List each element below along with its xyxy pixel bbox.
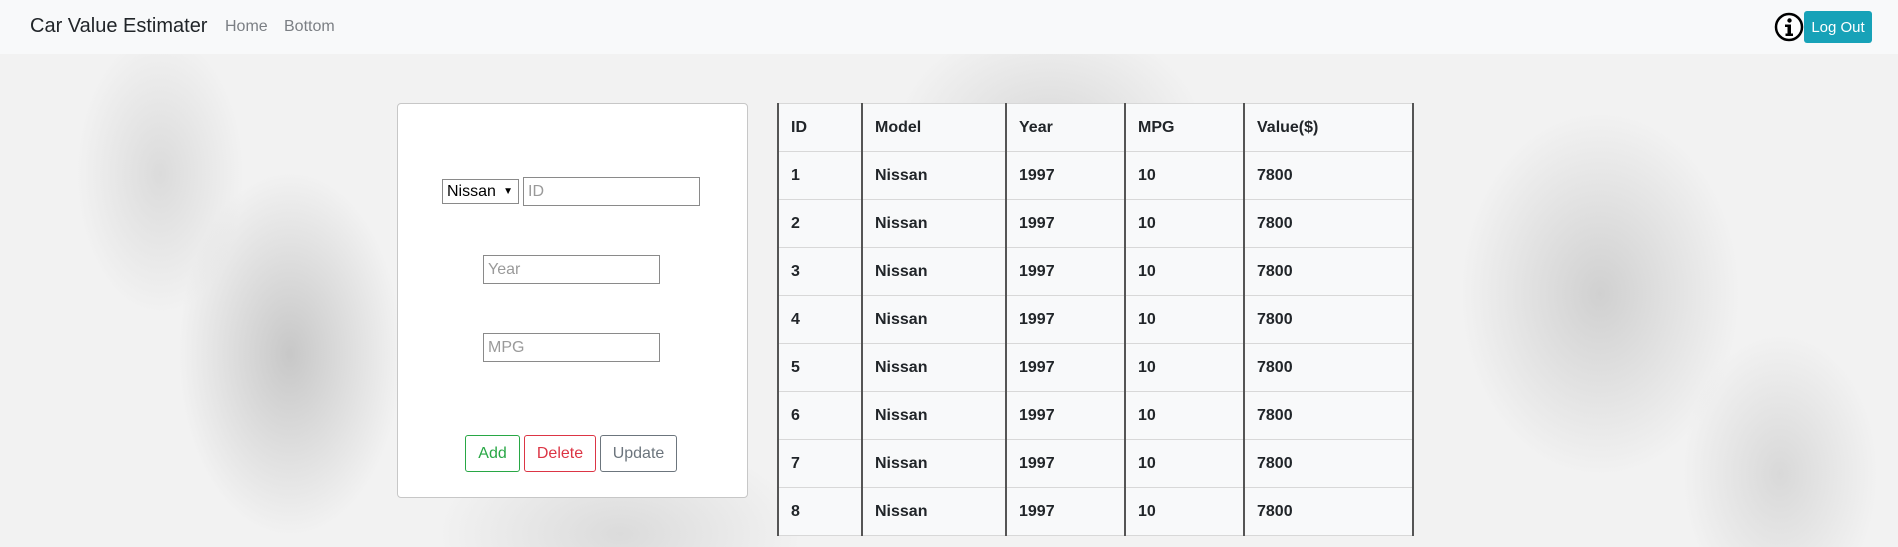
add-button[interactable]: Add — [465, 435, 520, 472]
table-row[interactable]: 6 Nissan 1997 10 7800 — [777, 391, 1414, 440]
cell-mpg: 10 — [1124, 487, 1245, 536]
car-form-card: Nissan ▼ Add Delete Update — [397, 103, 748, 498]
cell-model: Nissan — [861, 439, 1007, 488]
column-header-id: ID — [777, 103, 863, 152]
cell-id: 1 — [777, 151, 863, 200]
cell-year: 1997 — [1005, 343, 1126, 392]
cell-value: 7800 — [1243, 391, 1414, 440]
cell-value: 7800 — [1243, 247, 1414, 296]
cell-year: 1997 — [1005, 439, 1126, 488]
cell-id: 4 — [777, 295, 863, 344]
cell-value: 7800 — [1243, 199, 1414, 248]
column-header-value: Value($) — [1243, 103, 1414, 152]
cell-year: 1997 — [1005, 247, 1126, 296]
cell-value: 7800 — [1243, 439, 1414, 488]
cell-mpg: 10 — [1124, 391, 1245, 440]
column-header-year: Year — [1005, 103, 1126, 152]
cell-value: 7800 — [1243, 295, 1414, 344]
cell-mpg: 10 — [1124, 439, 1245, 488]
cell-id: 7 — [777, 439, 863, 488]
table-row[interactable]: 7 Nissan 1997 10 7800 — [777, 439, 1414, 488]
cell-year: 1997 — [1005, 391, 1126, 440]
cell-model: Nissan — [861, 247, 1007, 296]
table-header-row: ID Model Year MPG Value($) — [777, 103, 1414, 152]
id-input[interactable] — [523, 177, 700, 206]
cell-model: Nissan — [861, 151, 1007, 200]
cell-year: 1997 — [1005, 151, 1126, 200]
cell-mpg: 10 — [1124, 247, 1245, 296]
cell-value: 7800 — [1243, 343, 1414, 392]
table-row[interactable]: 3 Nissan 1997 10 7800 — [777, 247, 1414, 296]
table-row[interactable]: 5 Nissan 1997 10 7800 — [777, 343, 1414, 392]
chevron-down-icon: ▼ — [503, 186, 513, 197]
cell-model: Nissan — [861, 391, 1007, 440]
brand-title[interactable]: Car Value Estimater — [30, 15, 207, 38]
cell-id: 6 — [777, 391, 863, 440]
cell-id: 3 — [777, 247, 863, 296]
logout-button[interactable]: Log Out — [1804, 11, 1872, 43]
cell-id: 8 — [777, 487, 863, 536]
cars-table-container: ID Model Year MPG Value($) 1 Nissan 1997… — [777, 103, 1414, 536]
nav-link-home[interactable]: Home — [225, 18, 268, 36]
cell-mpg: 10 — [1124, 343, 1245, 392]
cell-year: 1997 — [1005, 199, 1126, 248]
cell-year: 1997 — [1005, 295, 1126, 344]
info-icon[interactable] — [1774, 12, 1804, 42]
make-select-value: Nissan — [447, 183, 496, 200]
column-header-mpg: MPG — [1124, 103, 1245, 152]
cell-model: Nissan — [861, 199, 1007, 248]
cell-mpg: 10 — [1124, 151, 1245, 200]
cell-model: Nissan — [861, 487, 1007, 536]
cell-id: 2 — [777, 199, 863, 248]
year-input[interactable] — [483, 255, 660, 284]
navbar: Car Value Estimater Home Bottom Log Out — [0, 0, 1898, 54]
make-select[interactable]: Nissan ▼ — [442, 179, 519, 204]
cell-id: 5 — [777, 343, 863, 392]
delete-button[interactable]: Delete — [524, 435, 596, 472]
cell-mpg: 10 — [1124, 199, 1245, 248]
update-button[interactable]: Update — [600, 435, 677, 472]
nav-link-bottom[interactable]: Bottom — [284, 18, 335, 36]
column-header-model: Model — [861, 103, 1007, 152]
table-row[interactable]: 4 Nissan 1997 10 7800 — [777, 295, 1414, 344]
cell-mpg: 10 — [1124, 295, 1245, 344]
mpg-input[interactable] — [483, 333, 660, 362]
table-row[interactable]: 8 Nissan 1997 10 7800 — [777, 487, 1414, 536]
cell-model: Nissan — [861, 295, 1007, 344]
cell-year: 1997 — [1005, 487, 1126, 536]
cell-value: 7800 — [1243, 487, 1414, 536]
cell-model: Nissan — [861, 343, 1007, 392]
cell-value: 7800 — [1243, 151, 1414, 200]
table-row[interactable]: 1 Nissan 1997 10 7800 — [777, 151, 1414, 200]
table-row[interactable]: 2 Nissan 1997 10 7800 — [777, 199, 1414, 248]
cars-table: ID Model Year MPG Value($) 1 Nissan 1997… — [777, 103, 1414, 536]
